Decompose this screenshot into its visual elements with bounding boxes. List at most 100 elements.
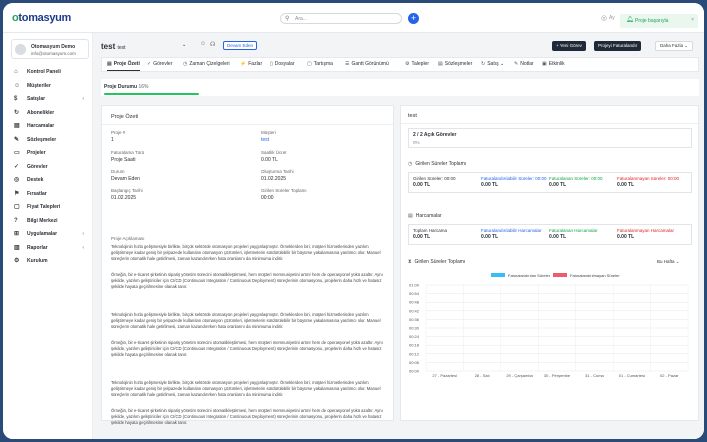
stat-cell: Faturalanan Harcamalar 0.00 TL — [549, 228, 617, 240]
sidebar-item-label: Bilgi Merkezi — [27, 217, 58, 224]
tab-gantt-g-r-n-m[interactable]: ☰ Gantt Görünümü — [345, 58, 389, 71]
legend-label-billable: Faturalandırılan Süreler — [508, 273, 551, 278]
expenses-box: Toplam Harcama 0.00 TL Faturalandırılabili… — [408, 224, 692, 245]
more-button[interactable]: Daha Fazla ⌄ — [655, 41, 694, 51]
field-label: Faturalama Türü — [111, 150, 145, 155]
tab-label: Talepler — [411, 61, 429, 67]
stat-label: Faturalanmayan Harcamalar — [617, 228, 675, 233]
sidebar-item-fiyat-talepleri[interactable]: ▢ Fiyat Talepleri — [3, 201, 93, 215]
description-paragraph: Teknolojinin hızla gelişmesiyle birlikte… — [111, 244, 381, 261]
field-label: Girilen Süreler Toplamı — [261, 188, 307, 193]
tab-tart-ma[interactable]: ▢ Tartışma — [307, 58, 333, 71]
tab-fazlar[interactable]: ⚡ Fazlar — [240, 58, 262, 71]
y-tick-label: 00:24 — [409, 334, 420, 339]
sidebar-item-harcamalar[interactable]: ▤ Harcamalar — [3, 120, 93, 134]
stat-cell: Faturalanmayan Harcamalar 0.00 TL — [617, 228, 685, 240]
chart-period-select[interactable]: Bu Hafta ⌄ — [657, 259, 680, 265]
stat-label: Girilen Süreler: 00:00 — [413, 176, 456, 181]
sidebar-item-s-zle-meler[interactable]: ✎ Sözleşmeler — [3, 134, 93, 148]
tab-proje-zeti[interactable]: ▤ Proje Özeti — [107, 58, 140, 71]
stat-value: 0.00 TL — [481, 182, 499, 188]
nav-icon: ✓ — [14, 163, 20, 170]
sidebar-item-abonelikler[interactable]: ↻ Abonelikler — [3, 107, 93, 121]
progress-label: Proje Durumu 16% — [104, 84, 149, 90]
field-value: 01.02.2025 — [261, 176, 287, 182]
project-switch-chevron-icon[interactable]: ⌄ — [182, 42, 186, 48]
stat-cell: Faturalandırılabilir Harcamalar 0.00 TL — [481, 228, 549, 240]
sidebar-item-label: Harcamalar — [27, 123, 55, 129]
stats-title: test — [408, 113, 417, 119]
stat-label: Toplam Harcama — [413, 228, 448, 233]
status-badge: Devam Eden — [223, 41, 258, 50]
tab-zaman-izelgeleri[interactable]: ◷ Zaman Çizelgeleri — [183, 58, 230, 71]
nav-icon: ▭ — [14, 150, 20, 156]
tab-icon: ▤ — [438, 61, 443, 67]
description-paragraph: Örneğin, bir e-ticaret şirketinin sipari… — [111, 272, 383, 289]
app-logo[interactable]: otomasyum — [12, 12, 71, 24]
nav-icon: ⌂ — [14, 69, 18, 75]
close-icon[interactable]: × — [691, 17, 694, 23]
search-input[interactable]: ⚲ Ara... — [280, 13, 402, 24]
language-label[interactable]: Ay — [609, 15, 615, 21]
tab-notlar[interactable]: ✎ Notlar — [514, 58, 534, 71]
avatar — [15, 44, 26, 55]
description-paragraph: Teknolojinin hızla gelişmesiyle birlikte… — [111, 312, 381, 329]
description-paragraph: Teknolojinin hızla gelişmesiyle birlikte… — [111, 380, 381, 397]
new-task-button[interactable]: + Yeni Görev — [552, 41, 586, 51]
tab-icon: ⚡ — [240, 61, 247, 67]
tab-icon: ↻ — [481, 61, 486, 67]
search-icon: ⚲ — [285, 16, 290, 22]
sidebar-item-g-revler[interactable]: ✓ Görevler — [3, 161, 93, 175]
expenses-section-title: ▤ Harcamalar — [408, 213, 442, 219]
topbar: otomasyum ⚲ Ara... + ◎ Ay 🔔︎ Proje başar… — [3, 3, 704, 33]
sidebar-item-sat-lar[interactable]: $ Satışlar ‹ — [3, 93, 93, 107]
customer-link[interactable]: test — [261, 137, 269, 143]
sidebar-item-raporlar[interactable]: ▥ Raporlar ‹ — [3, 242, 93, 256]
tab-icon: ▣ — [542, 61, 547, 67]
globe-icon[interactable]: ◎ — [601, 14, 607, 22]
quick-add-button[interactable]: + — [408, 13, 419, 24]
main-content: test test ⌄ ☺ ☊ Devam Eden + Yeni Görev … — [93, 33, 704, 439]
sidebar-item-kurulum[interactable]: ⚙ Kurulum — [3, 255, 93, 269]
tab-dosyalar[interactable]: ▯ Dosyalar — [270, 58, 295, 71]
sidebar-item-projeler[interactable]: ▭ Projeler — [3, 147, 93, 161]
sidebar-item-bilgi-merkezi[interactable]: ? Bilgi Merkezi — [3, 215, 93, 229]
invoice-project-button[interactable]: Projeyi Faturalandır — [594, 41, 642, 51]
tab-etkinlik[interactable]: ▣ Etkinlik — [542, 58, 565, 71]
sidebar-item-m-teriler[interactable]: ☺ Müşteriler — [3, 80, 93, 94]
field-label: Proje # — [111, 130, 126, 135]
hourglass-icon: ⧗ — [408, 259, 412, 265]
user-card[interactable]: Otomasyum Demo info@otomasyum.com — [11, 39, 89, 59]
sidebar-item-destek[interactable]: ◎ Destek — [3, 174, 93, 188]
tab-icon: ◷ — [183, 61, 188, 67]
chevron-left-icon: ‹ — [82, 244, 84, 251]
sidebar-item-label: Projeler — [27, 150, 46, 156]
stat-cell: Girilen Süreler: 00:00 0.00 TL — [413, 176, 481, 188]
nav-icon: ↻ — [14, 109, 20, 116]
nav-icon: ◎ — [14, 177, 20, 183]
x-tick-label: 29 - Çarşamba — [506, 373, 533, 378]
tab-talepler[interactable]: ⚙ Talepler — [405, 58, 429, 71]
sidebar-item-label: Fiyat Talepleri — [27, 204, 61, 210]
chevron-left-icon: ‹ — [82, 96, 84, 102]
tab-s-zle-meler[interactable]: ▤ Sözleşmeler — [438, 58, 472, 71]
x-tick-label: 30 - Perşembe — [544, 373, 571, 378]
user-email: info@otomasyum.com — [31, 51, 76, 56]
legend-label-unbillable: Faturalandırılmayan Süreler — [570, 273, 620, 278]
sidebar-item-f-rsatlar[interactable]: ⚑ Fırsatlar — [3, 188, 93, 202]
tab-label: Fazlar — [248, 61, 263, 67]
tab-icon: ⚙ — [405, 61, 410, 67]
project-progress: Proje Durumu 16% — [101, 79, 699, 96]
sidebar-item-kontrol-paneli[interactable]: ⌂ Kontrol Paneli — [3, 66, 93, 80]
nav-icon: ⚑ — [14, 190, 20, 197]
tab-sat[interactable]: ↻ Satış ⌄ — [481, 58, 504, 71]
nav-icon: ☺ — [14, 82, 21, 89]
tab-g-revler[interactable]: ✓ Görevler — [147, 58, 172, 71]
open-tasks-percent: 0% — [413, 140, 420, 145]
tab-icon: ✎ — [514, 61, 519, 67]
sidebar-item-uygulamalar[interactable]: ⊞ Uygulamalar ‹ — [3, 228, 93, 242]
nav-icon: $ — [14, 96, 18, 102]
nav-icon: ⊞ — [14, 231, 20, 237]
y-tick-label: 00:54 — [409, 291, 420, 296]
stat-value: 0.00 TL — [413, 182, 431, 188]
